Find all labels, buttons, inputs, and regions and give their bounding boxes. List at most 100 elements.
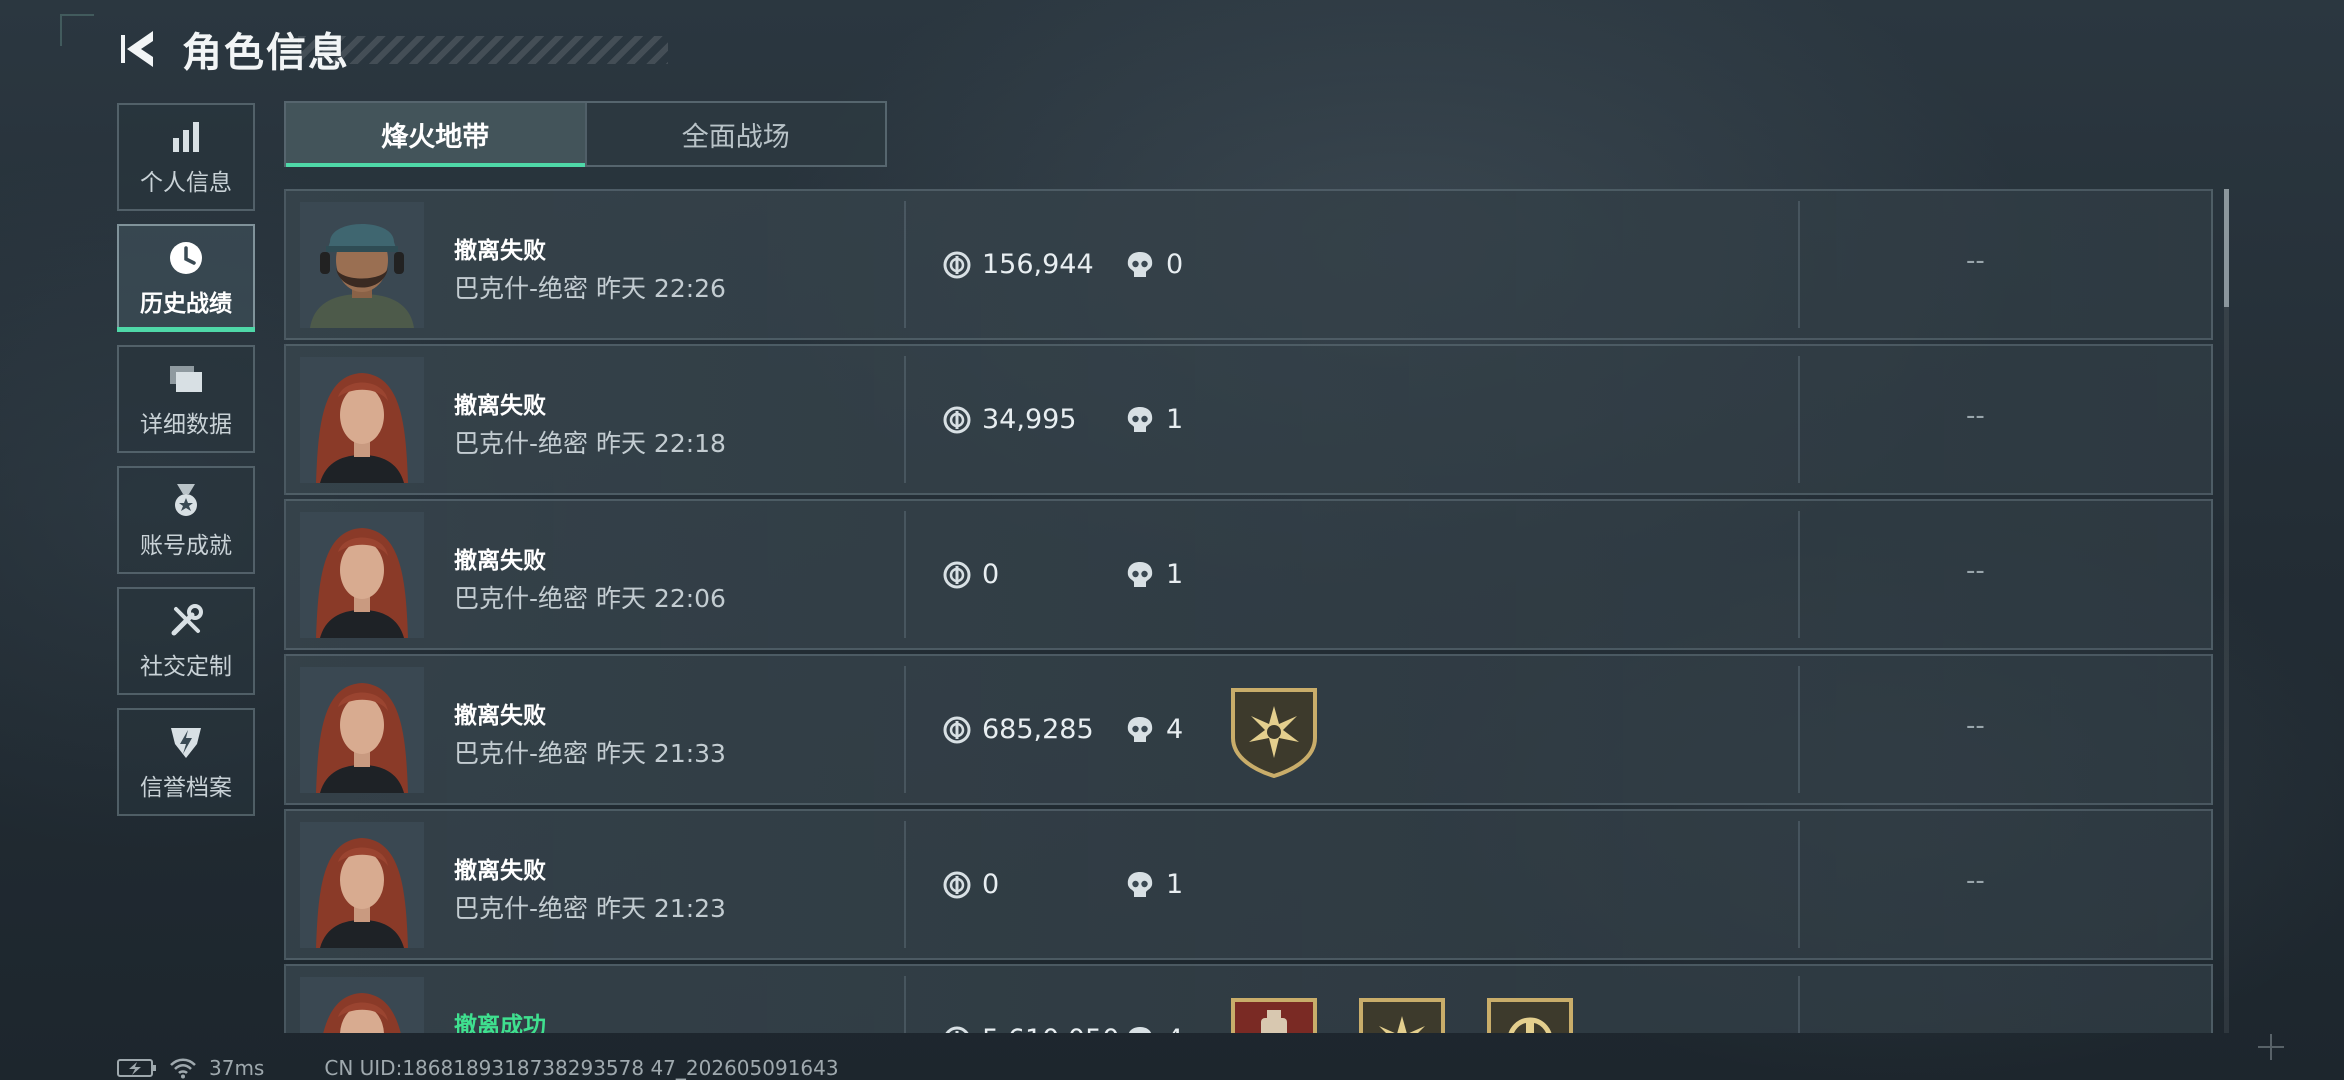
loot-value: 0 (942, 869, 999, 900)
divider (1798, 201, 1800, 328)
loot-value: 5,610,050 (942, 1024, 1119, 1033)
kill-count: 4 (1126, 714, 1183, 745)
kill-count: 1 (1126, 404, 1183, 435)
list-scrollbar[interactable] (2224, 189, 2229, 1033)
sidebar-item-label: 个人信息 (140, 170, 232, 196)
list-item[interactable]: 撤离失败 巴克什-绝密 昨天 22:18 34,995 1 -- (284, 344, 2213, 495)
sidebar-item-label: 社交定制 (140, 654, 232, 680)
result-placeholder: -- (1966, 711, 1985, 741)
coin-icon (942, 870, 972, 900)
result-placeholder: -- (1966, 556, 1985, 586)
loot-value: 685,285 (942, 714, 1094, 745)
kill-count: 1 (1126, 559, 1183, 590)
sidebar-nav: 个人信息 历史战绩 详细数据 账号成就 社交定制 信誉档案 (117, 103, 255, 829)
sidebar-item-label: 详细数据 (140, 412, 232, 438)
skull-icon (1126, 560, 1156, 590)
loot-value: 156,944 (942, 249, 1094, 280)
avatar (300, 977, 424, 1033)
divider (904, 201, 906, 328)
list-item[interactable]: 撤离失败 巴克什-绝密 昨天 21:23 0 1 -- (284, 809, 2213, 960)
sidebar-item-personal-info[interactable]: 个人信息 (117, 103, 255, 211)
kill-count-text: 1 (1166, 559, 1184, 590)
extraction-status: 撤离失败 (454, 393, 546, 419)
ping-readout: 37ms (209, 1055, 265, 1080)
sidebar-item-achievements[interactable]: 账号成就 (117, 466, 255, 574)
sidebar-item-social-customize[interactable]: 社交定制 (117, 587, 255, 695)
shield-bolt-icon (166, 722, 206, 762)
result-placeholder: -- (1966, 246, 1985, 276)
badge-list (1229, 686, 1357, 779)
loot-value-text: 34,995 (982, 404, 1077, 435)
sidebar-item-credit-record[interactable]: 信誉档案 (117, 708, 255, 816)
loot-value-text: 0 (982, 559, 1000, 590)
tab-fenghuo-zone[interactable]: 烽火地带 (286, 103, 585, 167)
coin-icon (942, 1025, 972, 1033)
rescue-badge-icon[interactable] (1229, 996, 1319, 1033)
combat-badge-icon[interactable] (1357, 996, 1447, 1033)
kill-count-text: 4 (1166, 1024, 1183, 1033)
match-meta: 巴克什-绝密 昨天 21:33 (454, 739, 726, 768)
divider (1798, 976, 1800, 1033)
avatar (300, 357, 424, 483)
combat-badge-icon[interactable] (1229, 686, 1319, 779)
divider (904, 356, 906, 483)
divider (904, 821, 906, 948)
kill-count-text: 1 (1166, 869, 1184, 900)
sidebar-item-match-history[interactable]: 历史战绩 (117, 224, 255, 332)
list-item[interactable]: 撤离失败 巴克什-绝密 昨天 22:06 0 1 -- (284, 499, 2213, 650)
loot-value-text: 0 (982, 869, 1000, 900)
list-item[interactable]: 撤离成功 5,610,050 4 -- (284, 964, 2213, 1033)
scrollbar-thumb[interactable] (2224, 189, 2229, 307)
kill-count-text: 1 (1166, 404, 1184, 435)
loot-value-text: 156,944 (982, 249, 1094, 280)
match-meta: 巴克什-绝密 昨天 21:23 (454, 894, 726, 923)
result-placeholder: -- (1966, 401, 1985, 431)
status-footer: 37ms CN UID:1868189318738293578 47_20260… (117, 1055, 839, 1080)
battery-charging-icon (117, 1058, 157, 1078)
divider (1798, 821, 1800, 948)
folders-icon (166, 359, 206, 399)
match-meta: 巴克什-绝密 昨天 22:06 (454, 584, 726, 613)
kill-count: 0 (1126, 249, 1183, 280)
avatar (300, 512, 424, 638)
divider (1798, 511, 1800, 638)
tab-full-battlefield[interactable]: 全面战场 (584, 103, 886, 165)
clock-icon (166, 238, 206, 278)
corner-decoration (60, 14, 94, 46)
match-meta: 巴克什-绝密 昨天 22:26 (454, 274, 726, 303)
skull-icon (1126, 250, 1156, 280)
kill-count: 4 (1126, 1024, 1183, 1033)
sidebar-item-label: 历史战绩 (140, 291, 232, 317)
skull-icon (1126, 715, 1156, 745)
skull-icon (1126, 870, 1156, 900)
badge-list (1229, 996, 1613, 1033)
match-history-list[interactable]: 撤离失败 巴克什-绝密 昨天 22:26 156,944 0 -- 撤离失败 巴 (284, 189, 2213, 1033)
list-item[interactable]: 撤离失败 巴克什-绝密 昨天 21:33 685,285 4 -- (284, 654, 2213, 805)
extraction-status: 撤离成功 (454, 1013, 546, 1033)
sidebar-item-label: 信誉档案 (140, 775, 232, 801)
kill-count-text: 4 (1166, 714, 1184, 745)
bar-chart-icon (166, 117, 206, 157)
match-meta: 巴克什-绝密 昨天 22:18 (454, 429, 726, 458)
divider (904, 976, 906, 1033)
extraction-status: 撤离失败 (454, 548, 546, 574)
plus-icon[interactable] (2256, 1032, 2286, 1062)
mode-tabs: 烽火地带 全面战场 (284, 101, 887, 167)
list-item[interactable]: 撤离失败 巴克什-绝密 昨天 22:26 156,944 0 -- (284, 189, 2213, 340)
extraction-status: 撤离失败 (454, 238, 546, 264)
coin-icon (942, 560, 972, 590)
loot-value-text: 685,285 (982, 714, 1094, 745)
loot-value: 0 (942, 559, 999, 590)
title-stripe-decoration (298, 36, 668, 64)
back-arrow-icon[interactable] (118, 26, 160, 72)
sidebar-item-detailed-data[interactable]: 详细数据 (117, 345, 255, 453)
divider (904, 511, 906, 638)
loot-value-text: 5,610,050 (982, 1024, 1119, 1033)
coin-icon (942, 715, 972, 745)
divider (1798, 666, 1800, 793)
coin-icon (942, 250, 972, 280)
wealth-badge-icon[interactable] (1485, 996, 1575, 1033)
extraction-status: 撤离失败 (454, 858, 546, 884)
result-placeholder: -- (1966, 1021, 1985, 1033)
sidebar-item-label: 账号成就 (140, 533, 232, 559)
